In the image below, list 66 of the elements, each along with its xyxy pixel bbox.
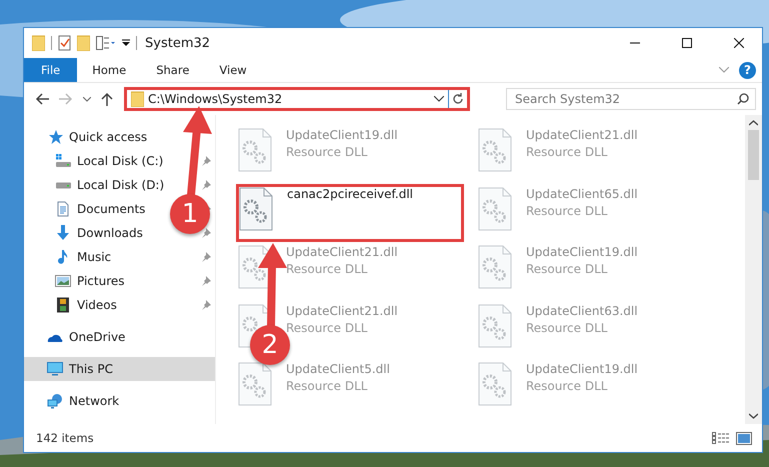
maximize-icon <box>682 38 692 48</box>
ribbon-tab[interactable]: File <box>24 58 78 82</box>
picture-icon <box>55 273 71 289</box>
nav-item[interactable]: Videos <box>24 293 121 317</box>
nav-item[interactable]: Documents <box>24 197 150 221</box>
file-type: Resource DLL <box>286 145 368 159</box>
file-type: Resource DLL <box>286 379 368 393</box>
window-title: System32 <box>145 36 212 50</box>
nav-item[interactable]: Downloads <box>24 221 147 245</box>
folder-icon <box>131 91 144 107</box>
dropdown-icon[interactable] <box>434 96 444 102</box>
search-field[interactable]: Search System32 <box>506 88 756 110</box>
nav-item[interactable]: This PC <box>24 357 215 381</box>
file-type: Resource DLL <box>286 262 368 276</box>
dll-file-icon <box>478 245 512 289</box>
monitor-icon <box>47 361 63 377</box>
scroll-down-icon[interactable] <box>749 413 758 419</box>
dll-file-icon <box>478 186 512 230</box>
scroll-up-icon[interactable] <box>749 120 758 126</box>
scroll-thumb[interactable] <box>748 130 759 180</box>
ribbon-tab[interactable]: Share <box>141 58 204 82</box>
file-type: Resource DLL <box>526 204 608 218</box>
star-icon <box>47 129 63 145</box>
drive-icon <box>55 182 71 188</box>
file-type: Resource DLL <box>526 320 608 334</box>
properties-icon[interactable] <box>58 35 71 51</box>
nav-item[interactable]: OneDrive <box>24 325 215 349</box>
nav-item[interactable]: Music <box>24 245 116 269</box>
dll-file-icon <box>478 304 512 348</box>
details-view-icon[interactable] <box>712 432 730 444</box>
expand-ribbon-icon[interactable] <box>719 67 729 73</box>
large-icons-view-icon[interactable] <box>736 432 752 444</box>
dll-file-icon <box>478 128 512 172</box>
nav-item[interactable]: Quick access <box>24 125 215 149</box>
scrollbar[interactable] <box>745 115 762 424</box>
nav-item[interactable]: Local Disk (C:) <box>24 149 168 173</box>
folder-icon <box>32 35 45 51</box>
ribbon-tab[interactable]: View <box>204 58 262 82</box>
address-bar[interactable]: C:\Windows\System32 <box>124 87 470 111</box>
nav-item[interactable]: Network <box>24 389 215 413</box>
file-type: Resource DLL <box>526 379 608 393</box>
dll-file-icon <box>238 362 272 406</box>
new-folder-icon <box>77 35 90 51</box>
close-icon <box>734 38 744 48</box>
film-icon <box>55 297 71 313</box>
download-icon <box>55 225 71 241</box>
dll-file-icon <box>238 128 272 172</box>
view-menu-icon[interactable] <box>96 36 116 50</box>
document-icon <box>55 201 71 217</box>
recent-locations-button[interactable] <box>80 96 94 102</box>
refresh-icon <box>452 93 464 105</box>
nav-item[interactable]: Pictures <box>24 269 129 293</box>
dll-file-icon <box>239 186 273 230</box>
help-button[interactable]: ? <box>739 62 756 78</box>
dll-file-icon <box>478 362 512 406</box>
minimize-icon <box>630 42 640 44</box>
nav-item[interactable]: Local Disk (D:) <box>24 173 168 197</box>
file-type: Resource DLL <box>526 145 608 159</box>
item-count: 142 items <box>36 431 95 445</box>
file-name[interactable]: canac2pcireceivef.dll <box>287 186 413 200</box>
file-type: Resource DLL <box>526 262 608 276</box>
customize-dropdown-icon[interactable] <box>122 39 130 47</box>
network-icon <box>47 393 63 409</box>
ribbon-tab[interactable]: Home <box>77 58 142 82</box>
search-icon <box>737 93 749 105</box>
drive-icon <box>55 153 71 169</box>
